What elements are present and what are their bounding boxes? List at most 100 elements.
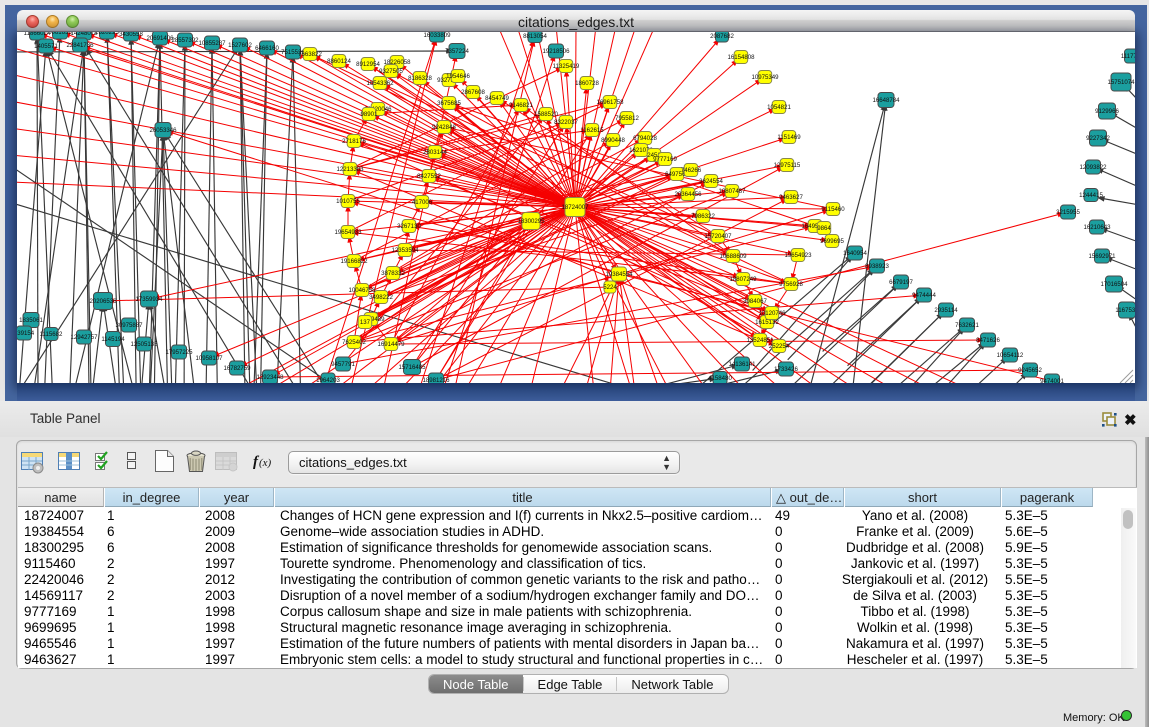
svg-text:15716485: 15716485 (398, 364, 426, 371)
svg-text:15720407: 15720407 (704, 233, 732, 240)
svg-text:6466160: 6466160 (255, 45, 279, 52)
svg-text:8990448: 8990448 (601, 137, 625, 144)
svg-text:9146821: 9146821 (509, 102, 533, 109)
svg-text:8454749: 8454749 (485, 95, 509, 102)
svg-text:1244415: 1244415 (1079, 192, 1103, 199)
svg-text:8186328: 8186328 (408, 75, 432, 82)
svg-text:16210643: 16210643 (1083, 224, 1111, 231)
svg-text:98901: 98901 (361, 111, 379, 118)
svg-text:10855287: 10855287 (198, 40, 226, 47)
svg-text:3675685: 3675685 (437, 100, 461, 107)
svg-text:26053346: 26053346 (149, 127, 177, 134)
svg-text:4158480: 4158480 (708, 375, 732, 382)
svg-text:5224: 5224 (603, 284, 617, 291)
svg-text:9463627: 9463627 (779, 194, 803, 201)
svg-text:9756928: 9756928 (779, 281, 803, 288)
svg-text:1145194: 1145194 (101, 336, 125, 343)
svg-text:16782759: 16782759 (223, 365, 251, 372)
svg-text:3430558: 3430558 (119, 32, 143, 38)
svg-text:3498222: 3498222 (369, 294, 393, 301)
svg-text:16543362: 16543362 (366, 80, 394, 87)
svg-text:18724007: 18724007 (561, 204, 589, 211)
svg-text:8427552: 8427552 (417, 173, 441, 180)
svg-text:16961758: 16961758 (596, 99, 624, 106)
svg-text:252254: 252254 (769, 343, 790, 350)
svg-text:1167530: 1167530 (1115, 307, 1135, 314)
svg-text:16154808: 16154808 (727, 54, 755, 61)
svg-text:1527602: 1527602 (228, 42, 252, 49)
svg-text:17016504: 17016504 (1100, 281, 1128, 288)
svg-text:3084067: 3084067 (743, 298, 767, 305)
svg-text:137: 137 (360, 319, 371, 326)
svg-text:8860124: 8860124 (327, 58, 351, 65)
svg-text:19384554: 19384554 (605, 271, 633, 278)
svg-text:9245652: 9245652 (1018, 367, 1042, 374)
svg-text:1115682: 1115682 (40, 331, 63, 338)
svg-text:1405571: 1405571 (34, 43, 58, 50)
svg-text:6061658: 6061658 (48, 32, 72, 36)
svg-text:19218506: 19218506 (542, 48, 570, 55)
svg-text:16033809: 16033809 (423, 32, 451, 39)
svg-text:1860728: 1860728 (575, 80, 599, 87)
svg-text:10807487: 10807487 (718, 188, 746, 195)
svg-text:3624554: 3624554 (699, 178, 723, 185)
svg-text:20691406: 20691406 (146, 35, 174, 42)
svg-text:12923448: 12923448 (256, 374, 284, 381)
svg-text:10046758: 10046758 (348, 287, 376, 294)
svg-text:10975349: 10975349 (751, 74, 779, 81)
svg-text:14136141: 14136141 (728, 361, 756, 368)
svg-text:7357224: 7357224 (445, 48, 469, 55)
svg-text:9129966: 9129966 (1095, 108, 1119, 115)
svg-text:12942757: 12942757 (70, 334, 98, 341)
svg-text:16648784: 16648784 (872, 97, 900, 104)
svg-text:939154: 939154 (17, 330, 35, 337)
svg-text:17359934: 17359934 (135, 296, 163, 303)
svg-text:(x): (x) (259, 457, 272, 469)
svg-text:10958107: 10958107 (195, 355, 223, 362)
svg-text:12505135: 12505135 (130, 341, 158, 348)
svg-text:9115460: 9115460 (821, 206, 845, 213)
svg-text:9327505: 9327505 (379, 68, 403, 75)
svg-text:1117711: 1117711 (1121, 53, 1135, 60)
svg-text:19166822: 19166822 (340, 258, 368, 265)
svg-text:12353594: 12353594 (391, 247, 419, 254)
svg-text:3267130: 3267130 (397, 223, 421, 230)
svg-text:2087682: 2087682 (710, 33, 734, 40)
svg-text:8813054: 8813054 (523, 33, 547, 40)
svg-text:2935114: 2935114 (934, 307, 958, 314)
svg-text:9227342: 9227342 (1086, 135, 1110, 142)
svg-text:1010755: 1010755 (336, 198, 360, 205)
svg-text:2867608: 2867608 (461, 89, 485, 96)
svg-text:10688609: 10688609 (719, 253, 747, 260)
svg-text:11866024: 11866024 (24, 32, 51, 37)
svg-text:19654923: 19654923 (784, 252, 812, 259)
svg-text:1954646: 1954646 (446, 73, 470, 80)
svg-text:1588520: 1588520 (534, 111, 558, 118)
svg-text:7625402: 7625402 (342, 339, 366, 346)
svg-text:1733426: 1733426 (774, 366, 798, 373)
svg-text:6794028: 6794028 (633, 135, 657, 142)
svg-text:1054821: 1054821 (767, 104, 791, 111)
svg-text:746266: 746266 (681, 167, 702, 174)
svg-text:3215955: 3215955 (1056, 209, 1080, 216)
svg-text:20364456: 20364456 (674, 191, 702, 198)
svg-text:9457791: 9457791 (331, 361, 355, 368)
svg-text:1151469: 1151469 (777, 134, 801, 141)
svg-text:10654112: 10654112 (997, 352, 1024, 359)
svg-text:6679197: 6679197 (889, 279, 913, 286)
svg-text:2620223: 2620223 (95, 32, 119, 36)
svg-text:9474444: 9474444 (912, 292, 936, 299)
svg-text:1640954: 1640954 (843, 250, 867, 257)
svg-text:12213383: 12213383 (336, 166, 364, 173)
svg-text:12093822: 12093822 (1079, 164, 1107, 171)
svg-text:30975887: 30975887 (115, 322, 143, 329)
svg-text:14248078: 14248078 (70, 32, 98, 37)
svg-text:7986322: 7986322 (691, 213, 715, 220)
svg-text:10120746: 10120746 (758, 310, 786, 317)
svg-text:417006: 417006 (412, 199, 433, 206)
svg-text:8322037: 8322037 (554, 119, 578, 126)
svg-text:2718176: 2718176 (342, 138, 366, 145)
svg-text:15751074: 15751074 (1107, 79, 1135, 86)
svg-text:9699695: 9699695 (820, 238, 844, 245)
svg-text:1835061: 1835061 (19, 317, 43, 324)
